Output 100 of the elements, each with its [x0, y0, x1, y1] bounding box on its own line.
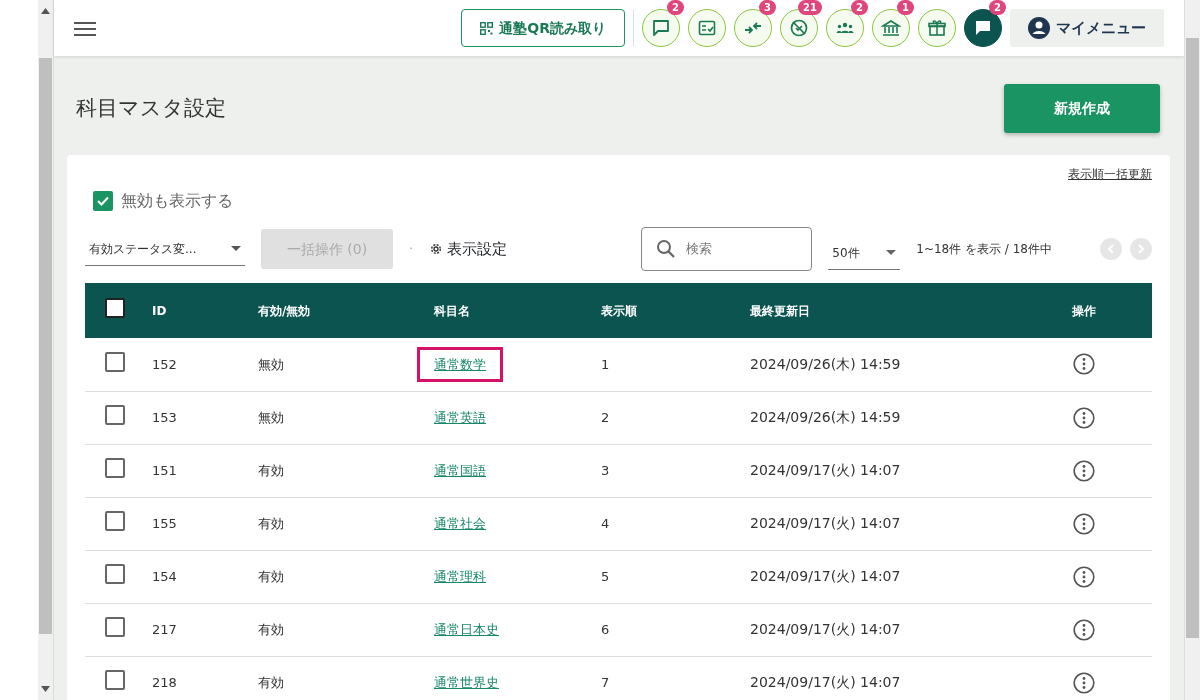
header-icon-button[interactable] [734, 9, 772, 47]
more-options-icon[interactable] [1073, 353, 1095, 376]
table-cell: 4 [601, 515, 610, 531]
more-options-icon[interactable] [1073, 565, 1095, 588]
chevron-left-icon [1107, 244, 1115, 254]
row-checkbox[interactable] [105, 404, 125, 425]
header-icon-button[interactable] [688, 9, 726, 47]
column-header: 操作 [1072, 303, 1096, 318]
table-cell: 2024/09/26(木) 14:59 [750, 409, 901, 425]
caret-icon [231, 246, 241, 251]
more-options-icon[interactable] [1073, 406, 1095, 429]
table-cell: 2024/09/26(木) 14:59 [750, 355, 901, 372]
header-icon-button[interactable] [964, 9, 1002, 47]
subject-link[interactable]: 通常理科 [434, 568, 486, 584]
table-cell: 有効 [258, 568, 284, 584]
subject-link[interactable]: 通常英語 [434, 409, 486, 425]
result-range: 1~18件 を表示 / 18件中 [916, 241, 1052, 258]
table-cell: 7 [601, 674, 610, 690]
count-badge: 21 [798, 0, 822, 15]
header-icon-button[interactable] [780, 9, 818, 47]
table-cell: 152 [152, 356, 177, 372]
scroll-down-icon[interactable] [41, 686, 50, 692]
row-checkbox[interactable] [105, 351, 125, 372]
row-checkbox[interactable] [105, 669, 125, 690]
scrollbar[interactable] [1184, 0, 1200, 700]
subject-link[interactable]: 通常日本史 [434, 621, 499, 637]
subject-link[interactable]: 通常国語 [434, 462, 486, 478]
checklist-icon [697, 18, 717, 38]
subject-link[interactable]: 通常世界史 [434, 674, 499, 690]
table-cell: 2 [601, 409, 610, 425]
column-header: ID [152, 303, 167, 318]
header-icon-button[interactable] [918, 9, 956, 47]
count-badge: 2 [667, 0, 684, 15]
subject-link[interactable]: 通常数学 [434, 356, 486, 372]
qr-code-icon [480, 21, 494, 35]
table-cell: 2024/09/17(火) 14:07 [750, 515, 901, 531]
table-cell: 218 [152, 674, 177, 690]
row-checkbox[interactable] [105, 510, 125, 531]
count-badge: 1 [897, 0, 914, 15]
table-cell: 有効 [258, 674, 284, 690]
table-cell: 217 [152, 621, 177, 637]
header-icon-button[interactable] [826, 9, 864, 47]
caret-icon [886, 250, 897, 255]
qr-scan-button[interactable]: 通塾QR読み取り [461, 9, 625, 47]
header-icon-button[interactable] [872, 9, 910, 47]
table-cell: 6 [601, 621, 610, 637]
per-page-select[interactable]: 50件 [828, 236, 901, 270]
table-cell: 155 [152, 515, 177, 531]
column-header: 有効/無効 [258, 303, 311, 318]
select-all-checkbox[interactable] [105, 298, 125, 318]
table-cell: 2024/09/17(火) 14:07 [750, 621, 901, 637]
table-cell: 有効 [258, 621, 284, 637]
checkbox-label: 無効も表示する [121, 190, 233, 212]
user-icon [1028, 17, 1050, 39]
display-settings-button[interactable]: 表示設定 [429, 237, 508, 261]
scrollbar[interactable] [38, 0, 54, 700]
column-header: 科目名 [434, 303, 470, 318]
header-icon-button[interactable] [642, 9, 680, 47]
more-options-icon[interactable] [1073, 671, 1095, 694]
table-cell: 151 [152, 462, 177, 478]
my-menu-button[interactable]: マイメニュー [1010, 9, 1164, 47]
more-options-icon[interactable] [1073, 459, 1095, 482]
separator-dot: · [409, 240, 414, 259]
search-field[interactable]: 検索 [641, 227, 813, 271]
bulk-order-update-link[interactable]: 表示順一括更新 [1068, 165, 1152, 183]
chevron-right-icon [1137, 244, 1145, 254]
building-icon [881, 18, 901, 38]
count-badge: 2 [989, 0, 1006, 15]
table-cell: 2024/09/17(火) 14:07 [750, 568, 901, 584]
gift-icon [927, 18, 947, 38]
table-cell: 3 [601, 462, 610, 478]
column-header: 最終更新日 [750, 303, 810, 318]
row-checkbox[interactable] [105, 563, 125, 584]
table-cell: 1 [601, 356, 610, 372]
search-icon [656, 239, 677, 259]
chat-bubble-icon [973, 18, 993, 38]
table-cell: 無効 [258, 356, 284, 372]
create-button[interactable]: 新規作成 [1004, 84, 1160, 133]
crossed-circle-icon [789, 18, 809, 38]
count-badge: 2 [851, 0, 868, 15]
table-cell: 有効 [258, 515, 284, 531]
scroll-up-icon[interactable] [41, 8, 50, 14]
row-checkbox[interactable] [105, 457, 125, 478]
column-header: 表示順 [601, 303, 637, 318]
page-title: 科目マスタ設定 [76, 95, 226, 122]
row-checkbox[interactable] [105, 616, 125, 637]
status-select[interactable]: 有効ステータス変... [85, 232, 245, 266]
settings-icon [429, 242, 444, 256]
table-cell: 153 [152, 409, 177, 425]
table-cell: 無効 [258, 409, 284, 425]
table-cell: 2024/09/17(火) 14:07 [750, 462, 901, 478]
more-options-icon[interactable] [1073, 618, 1095, 641]
more-options-icon[interactable] [1073, 512, 1095, 535]
table-cell: 有効 [258, 462, 284, 478]
checkmark-icon [96, 194, 110, 208]
table-cell: 2024/09/17(火) 14:07 [750, 674, 901, 690]
subject-link[interactable]: 通常社会 [434, 515, 486, 531]
table-cell: 154 [152, 568, 177, 584]
chat-bubble-icon [651, 18, 671, 38]
table-cell: 5 [601, 568, 610, 584]
